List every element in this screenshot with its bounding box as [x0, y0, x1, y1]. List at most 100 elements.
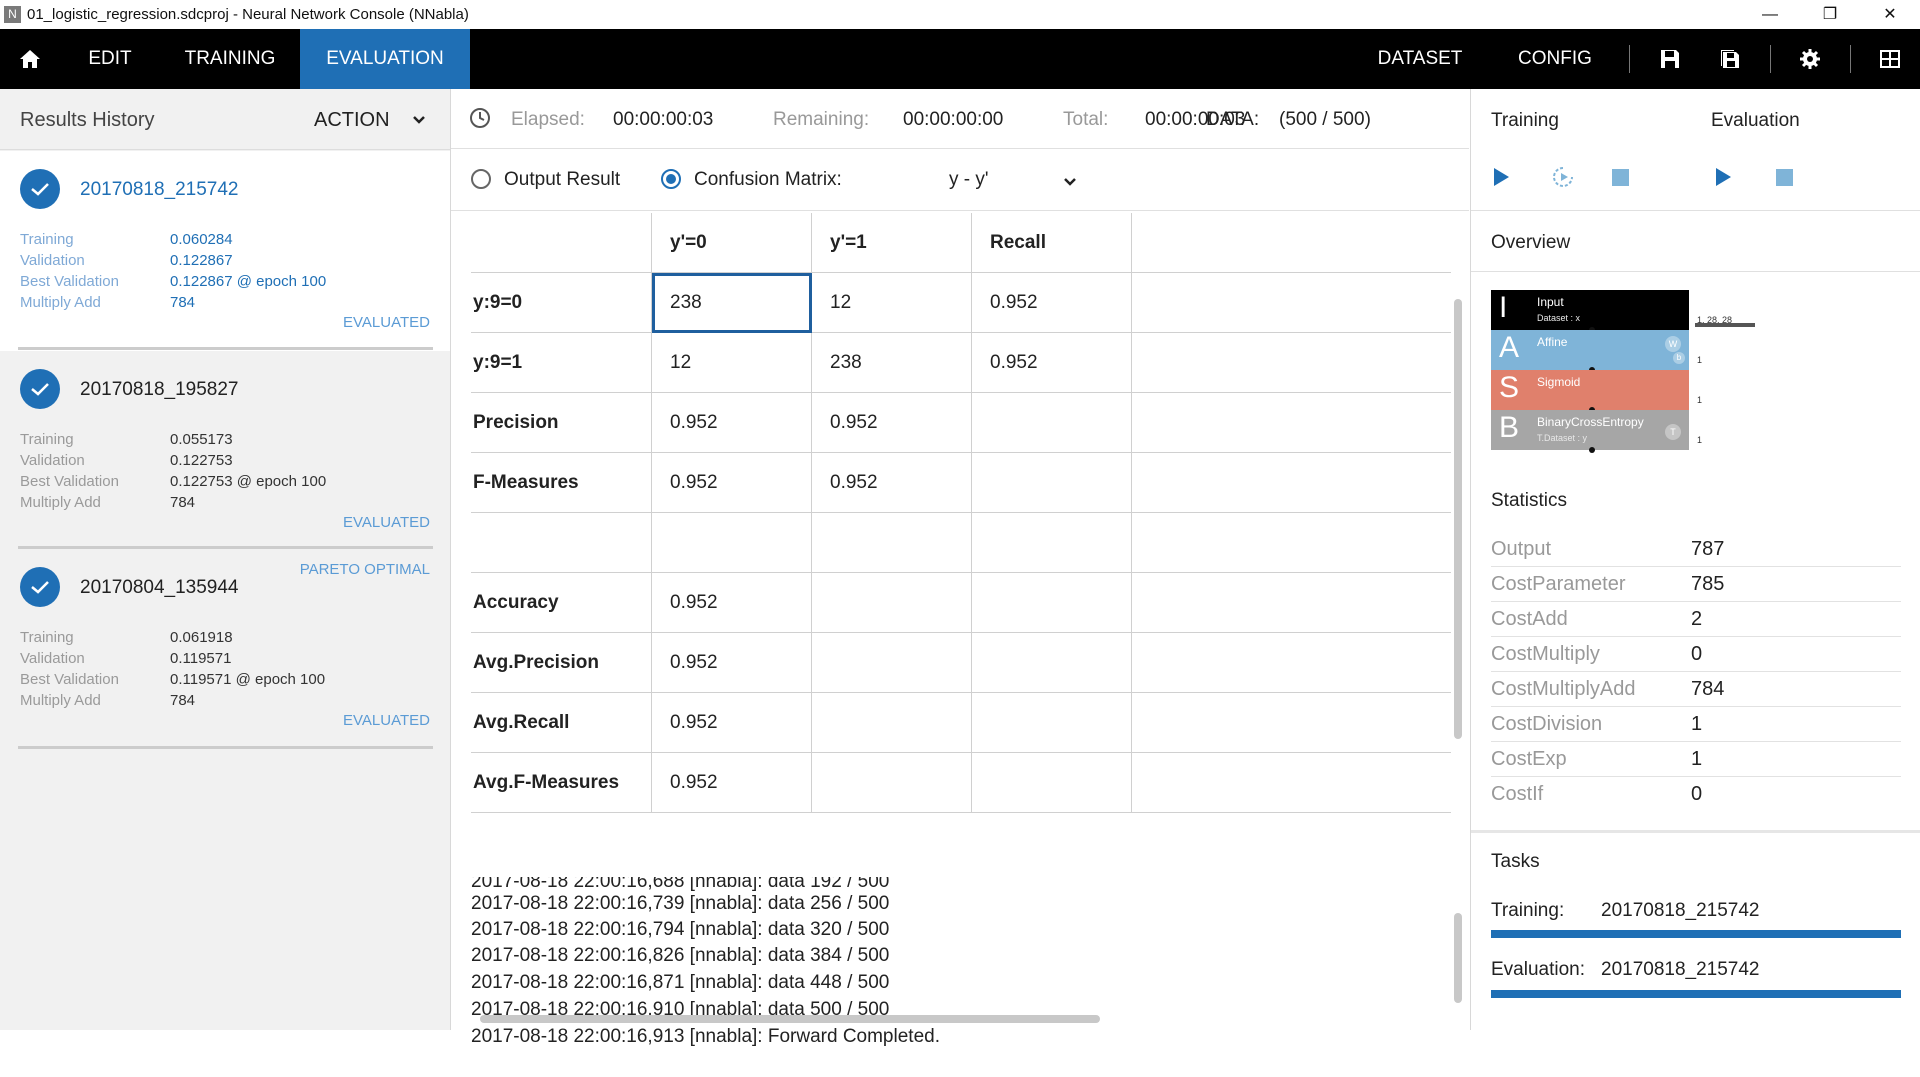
save-icon[interactable]: [1645, 29, 1695, 89]
table-cell[interactable]: [1132, 453, 1451, 513]
evaluation-stop-icon[interactable]: [1776, 169, 1793, 186]
tab-training[interactable]: TRAINING: [170, 29, 290, 89]
result-card[interactable]: 20170818_195827 Training 0.055173 Valida…: [0, 351, 450, 547]
play-icon[interactable]: [1492, 167, 1510, 192]
multiply-add-value: 784: [170, 494, 196, 511]
training-value: 0.060284: [170, 231, 233, 248]
gear-icon[interactable]: [1785, 29, 1835, 89]
status-badge: EVALUATED: [343, 314, 430, 331]
table-cell[interactable]: [1132, 333, 1451, 393]
table-cell[interactable]: [812, 573, 972, 633]
tab-evaluation[interactable]: EVALUATION: [300, 29, 470, 89]
table-cell[interactable]: 0.952: [652, 753, 812, 813]
status-badge: EVALUATED: [343, 514, 430, 531]
results-history-panel: Results History ACTION 20170818_215742 T…: [0, 89, 451, 1030]
tab-dataset[interactable]: DATASET: [1370, 29, 1470, 89]
check-icon[interactable]: [20, 369, 60, 409]
network-layer-sigmoid[interactable]: S Sigmoid: [1491, 370, 1689, 413]
table-cell[interactable]: 12: [812, 273, 972, 333]
task-evaluation-value: 20170818_215742: [1601, 959, 1760, 980]
network-layer-binarycrossentropy[interactable]: B BinaryCrossEntropy T.Dataset : y T: [1491, 410, 1689, 453]
pair-select[interactable]: y - y': [949, 169, 989, 191]
layer-letter: S: [1499, 371, 1520, 404]
home-icon[interactable]: [5, 29, 55, 89]
table-cell[interactable]: [972, 693, 1132, 753]
tab-config[interactable]: CONFIG: [1500, 29, 1610, 89]
table-cell[interactable]: [1132, 393, 1451, 453]
result-name[interactable]: 20170818_215742: [80, 179, 239, 201]
table-cell[interactable]: [652, 513, 812, 573]
table-cell[interactable]: [972, 633, 1132, 693]
check-icon[interactable]: [20, 567, 60, 607]
table-cell[interactable]: 238: [812, 333, 972, 393]
table-cell[interactable]: 12: [652, 333, 812, 393]
table-cell[interactable]: [1132, 633, 1451, 693]
result-name[interactable]: 20170804_135944: [80, 577, 239, 599]
table-cell[interactable]: 0.952: [652, 693, 812, 753]
table-vertical-scrollbar[interactable]: [1454, 299, 1462, 739]
multiply-add-value: 784: [170, 294, 196, 311]
check-icon[interactable]: [20, 169, 60, 209]
table-cell[interactable]: [812, 693, 972, 753]
stat-value: 787: [1691, 538, 1725, 560]
output-result-radio[interactable]: [471, 169, 491, 189]
table-cell[interactable]: [812, 633, 972, 693]
table-cell[interactable]: [812, 753, 972, 813]
stop-icon[interactable]: [1612, 169, 1629, 186]
table-cell[interactable]: [972, 753, 1132, 813]
confusion-matrix-radio[interactable]: [661, 169, 681, 189]
table-cell[interactable]: 0.952: [812, 393, 972, 453]
evaluation-play-icon[interactable]: [1714, 167, 1732, 192]
multiply-add-label: Multiply Add: [20, 494, 101, 511]
table-cell[interactable]: [972, 393, 1132, 453]
status-badge: EVALUATED: [343, 712, 430, 729]
result-card[interactable]: PARETO OPTIMAL 20170804_135944 Training …: [0, 549, 450, 745]
action-menu-button[interactable]: ACTION: [314, 109, 390, 132]
table-cell[interactable]: [1132, 273, 1451, 333]
table-cell[interactable]: 0.952: [812, 453, 972, 513]
table-cell[interactable]: [972, 573, 1132, 633]
close-button[interactable]: ✕: [1860, 0, 1920, 29]
table-cell[interactable]: [1132, 693, 1451, 753]
network-layer-affine[interactable]: A Affine W b: [1491, 330, 1689, 373]
result-name[interactable]: 20170818_195827: [80, 379, 239, 401]
table-cell[interactable]: [972, 513, 1132, 573]
options-row: Output Result Confusion Matrix: y - y': [451, 149, 1469, 211]
log-vertical-scrollbar[interactable]: [1454, 913, 1462, 1003]
table-cell[interactable]: [972, 453, 1132, 513]
chevron-down-icon[interactable]: [412, 112, 426, 130]
confusion-matrix-label[interactable]: Confusion Matrix:: [694, 169, 842, 191]
network-layer-input[interactable]: I Input Dataset : x: [1491, 290, 1689, 333]
table-cell[interactable]: [1132, 573, 1451, 633]
table-cell-selected[interactable]: 238: [652, 273, 812, 333]
total-label: Total:: [1063, 109, 1109, 130]
run-controls: Training Evaluation: [1471, 89, 1920, 211]
save-as-icon[interactable]: [1705, 29, 1755, 89]
resume-icon[interactable]: [1551, 166, 1575, 193]
output-result-label[interactable]: Output Result: [504, 169, 620, 191]
table-cell[interactable]: [1132, 753, 1451, 813]
table-cell[interactable]: 0.952: [652, 453, 812, 513]
stat-divider: [1491, 741, 1901, 742]
layout-icon[interactable]: [1865, 29, 1915, 89]
table-cell[interactable]: [1132, 513, 1451, 573]
maximize-button[interactable]: ❐: [1800, 0, 1860, 29]
nav-separator: [1850, 45, 1851, 73]
multiply-add-label: Multiply Add: [20, 692, 101, 709]
tab-edit[interactable]: EDIT: [70, 29, 150, 89]
table-cell[interactable]: 0.952: [972, 333, 1132, 393]
log-horizontal-scrollbar[interactable]: [480, 1015, 1100, 1023]
table-cell[interactable]: 0.952: [652, 573, 812, 633]
top-nav: EDIT TRAINING EVALUATION DATASET CONFIG: [0, 29, 1920, 89]
table-cell[interactable]: 0.952: [972, 273, 1132, 333]
log-line: 2017-08-18 22:00:16,826 [nnabla]: data 3…: [471, 945, 890, 966]
minimize-button[interactable]: —: [1740, 0, 1800, 29]
table-cell[interactable]: 0.952: [652, 633, 812, 693]
chevron-down-icon[interactable]: [1063, 174, 1077, 192]
table-cell[interactable]: [812, 513, 972, 573]
table-cell[interactable]: 0.952: [652, 393, 812, 453]
result-card[interactable]: 20170818_215742 Training 0.060284 Valida…: [0, 151, 450, 351]
table-row-header: [471, 513, 652, 573]
evaluation-panel: Elapsed: 00:00:00:03 Remaining: 00:00:00…: [451, 89, 1469, 1047]
table-row-header: y:9=1: [471, 333, 652, 393]
